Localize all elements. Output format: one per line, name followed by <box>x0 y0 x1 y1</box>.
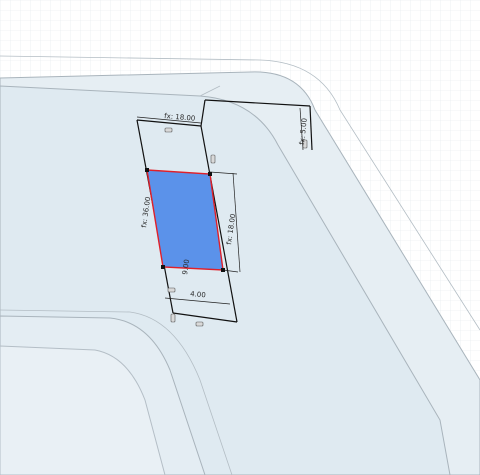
constraint-horizontal-icon[interactable] <box>195 321 204 327</box>
cad-viewport[interactable]: fx: 18.00 fx: 5.00 fx: 36.00 fx: 18.00 9… <box>0 0 480 475</box>
constraint-horizontal-icon[interactable] <box>167 287 176 293</box>
canvas[interactable]: fx: 18.00 fx: 5.00 fx: 36.00 fx: 18.00 9… <box>0 0 480 475</box>
constraint-vertical-icon[interactable] <box>210 154 216 164</box>
constraint-vertical-icon[interactable] <box>170 313 176 323</box>
constraint-horizontal-icon[interactable] <box>164 127 173 133</box>
dimension-bottom-width[interactable]: 4.00 <box>190 290 206 299</box>
